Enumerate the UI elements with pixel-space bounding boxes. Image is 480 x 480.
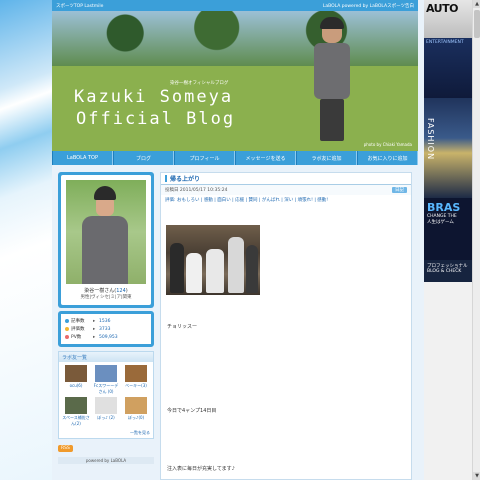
post-category-tag[interactable]: 日記 <box>392 187 407 193</box>
nav-profile[interactable]: プロフィール <box>174 151 235 165</box>
blog-header-banner: 染谷一樹オフィシャルブログ Kazuki Someya Official Blo… <box>52 11 418 151</box>
post-text-line: 注入表に毎日が充実してます♪ <box>167 466 235 472</box>
post-photo[interactable] <box>166 225 260 295</box>
friend-item[interactable]: ぼっ♪ (2) <box>92 397 120 427</box>
top-bar-right-link[interactable]: LaBOLA powered by LaBOLAスポーツ告白 <box>323 3 414 9</box>
friends-box: ラボ友一覧 ocu(6) Fcスワーーデさん (0) ベーキー(3) スペース補… <box>58 351 154 439</box>
powered-by: powered by LaBOLA <box>58 457 154 464</box>
friend-item[interactable]: スペース補佐さん(2) <box>62 397 90 427</box>
vertical-scrollbar[interactable]: ▲ ▼ <box>472 0 480 480</box>
blog-post: 帰る上がり 投稿日 2011/05/17 10:35:24 日記 評価: おもし… <box>160 172 412 480</box>
scroll-up-icon[interactable]: ▲ <box>473 0 480 8</box>
stat-icon <box>65 335 69 339</box>
post-rating-links[interactable]: 評価: おもしろい | 感動 | 面白い | 応援 | 賛同 | がんばれ | … <box>161 195 411 204</box>
post-title[interactable]: 帰る上がり <box>161 173 411 185</box>
ad-bras-block: BRAS CHANGE THE 人生はゲーム <box>424 198 472 260</box>
stat-icon <box>65 319 69 323</box>
nav-labola-top[interactable]: LaBOLA TOP <box>52 151 113 165</box>
friend-item[interactable]: Fcスワーーデさん (0) <box>92 365 120 395</box>
stat-ratings-value[interactable]: 3733 <box>99 327 110 332</box>
friend-item[interactable]: ベーキー(3) <box>122 365 150 395</box>
header-subtitle: 染谷一樹オフィシャルブログ <box>170 81 229 86</box>
nav-send-message[interactable]: メッセージを送る <box>235 151 296 165</box>
header-person-photo <box>314 17 350 141</box>
stats-box: 記事数 ▸ 1536 評価数 ▸ 3733 PV数 ▸ 509,953 <box>58 311 154 347</box>
header-title-line1: Kazuki Someya <box>74 87 234 107</box>
nav-add-favorite[interactable]: お気に入りに追加 <box>357 151 418 165</box>
post-text-line: チョリッスー <box>167 324 198 330</box>
profile-card: 染谷一樹さん(124) 男性|ヴィシセ|ミ|ア|関東 <box>58 172 154 308</box>
friend-avatar[interactable] <box>95 397 117 414</box>
ad-city-image: FASHION <box>424 98 472 198</box>
friend-avatar[interactable] <box>125 365 147 382</box>
post-text-line: 今日で4ャンプ14日目 <box>167 408 217 414</box>
ad-banner[interactable]: AUTO ENTERTAINMENT FASHION BRAS CHANGE T… <box>424 0 472 480</box>
stat-pageviews-value: 509,953 <box>99 334 118 340</box>
ad-blank-area <box>424 282 472 480</box>
scroll-down-icon[interactable]: ▼ <box>473 472 480 480</box>
title-bar-icon <box>165 175 167 182</box>
main-nav: LaBOLA TOP ブログ プロフィール メッセージを送る ラボ友に追加 お気… <box>52 151 418 165</box>
header-title-line2: Official Blog <box>76 109 236 129</box>
stat-posts: 記事数 ▸ 1536 <box>65 317 148 325</box>
scroll-thumb[interactable] <box>474 10 480 38</box>
ad-blog-check: プロフェッショナル BLOG & CHECK <box>424 260 472 282</box>
friends-header: ラボ友一覧 <box>59 352 153 362</box>
profile-photo[interactable] <box>66 180 146 284</box>
friend-avatar[interactable] <box>65 397 87 414</box>
ad-auto-label: AUTO <box>426 2 458 15</box>
top-bar: スポーツTOP Lastmile LaBOLA powered by LaBOL… <box>52 0 418 11</box>
nav-add-friend[interactable]: ラボ友に追加 <box>296 151 357 165</box>
nav-blog[interactable]: ブログ <box>113 151 174 165</box>
stat-ratings: 評価数 ▸ 3733 <box>65 325 148 333</box>
ad-fashion-label: FASHION <box>426 118 435 161</box>
post-date: 投稿日 2011/05/17 10:35:24 <box>165 188 228 193</box>
friend-item[interactable]: ぼっ♪(0) <box>122 397 150 427</box>
post-meta: 投稿日 2011/05/17 10:35:24 日記 <box>161 185 411 195</box>
left-decoration <box>0 0 52 480</box>
header-trees-image <box>52 11 418 66</box>
sidebar: 染谷一樹さん(124) 男性|ヴィシセ|ミ|ア|関東 記事数 ▸ 1536 評価数… <box>58 172 154 464</box>
photo-credit: photo by Chiaki Yamada <box>363 142 412 147</box>
stat-pageviews: PV数 ▸ 509,953 <box>65 333 148 341</box>
rss-button[interactable]: RSS <box>58 445 73 452</box>
friends-more-link[interactable]: 一覧を見る <box>59 430 153 438</box>
friend-avatar[interactable] <box>95 365 117 382</box>
profile-details: 男性|ヴィシセ|ミ|ア|関東 <box>80 295 132 300</box>
ad-entertainment: ENTERTAINMENT <box>424 38 472 98</box>
stat-posts-value[interactable]: 1536 <box>99 319 110 324</box>
profile-name[interactable]: 染谷一樹さん(124) <box>66 287 146 294</box>
friend-avatar[interactable] <box>65 365 87 382</box>
top-bar-left-link[interactable]: スポーツTOP Lastmile <box>56 3 103 9</box>
stat-icon <box>65 327 69 331</box>
friend-item[interactable]: ocu(6) <box>62 365 90 395</box>
friend-avatar[interactable] <box>125 397 147 414</box>
